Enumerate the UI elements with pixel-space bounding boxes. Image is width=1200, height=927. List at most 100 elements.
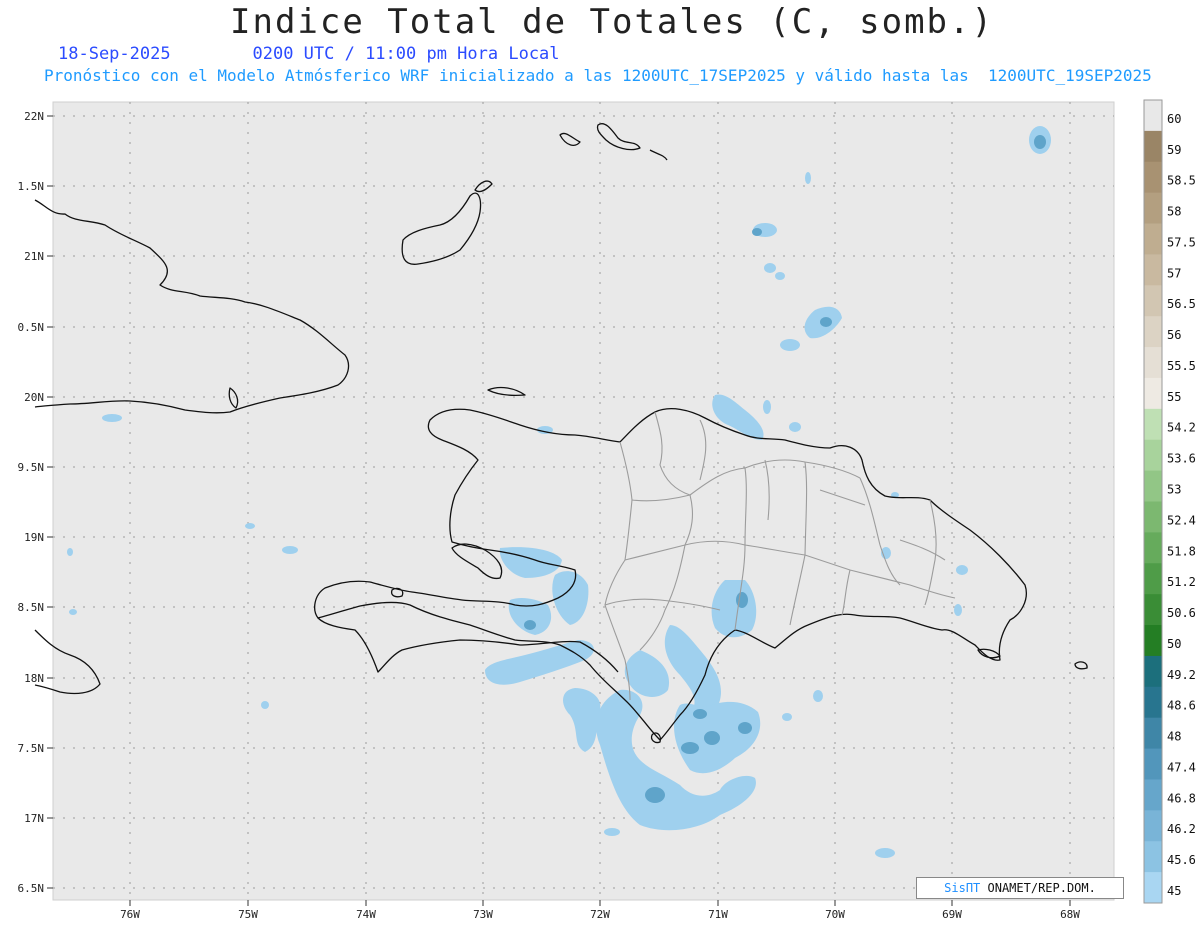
shade-core: [681, 742, 699, 754]
lat-label: 21N: [24, 250, 44, 263]
shade-area-central: [711, 580, 757, 638]
colorbar-swatch: [1144, 130, 1162, 163]
colorbar-label: 46.2: [1167, 822, 1196, 836]
colorbar-swatch: [1144, 872, 1162, 904]
shade-core: [752, 228, 762, 236]
colorbar-label: 54.2: [1167, 421, 1196, 435]
colorbar-label: 50.6: [1167, 606, 1196, 620]
colorbar-label: 58: [1167, 205, 1181, 219]
colorbar-swatch: [1144, 563, 1162, 595]
colorbar-swatch: [1144, 439, 1162, 472]
lon-label: 75W: [238, 908, 258, 921]
shade-cell: [954, 604, 962, 616]
colorbar-swatch: [1144, 100, 1162, 132]
colorbar-swatch: [1144, 594, 1162, 626]
colorbar-swatch: [1144, 810, 1162, 842]
shade-cell: [67, 548, 73, 556]
shade-cell: [875, 848, 895, 858]
lon-label: 69W: [942, 908, 962, 921]
lon-label: 74W: [356, 908, 376, 921]
shade-cell: [956, 565, 968, 575]
colorbar-swatch: [1144, 161, 1162, 194]
colorbar-label: 52.4: [1167, 513, 1196, 527]
shade-core: [524, 620, 536, 630]
shade-cell: [604, 828, 620, 836]
colorbar-swatch: [1144, 377, 1162, 410]
colorbar-swatch: [1144, 779, 1162, 811]
colorbar-label: 56.5: [1167, 297, 1196, 311]
lat-labels: 22N 1.5N 21N 0.5N 20N 9.5N 19N 8.5N 18N …: [18, 110, 45, 895]
shade-cell: [805, 172, 811, 184]
shade-core: [1034, 135, 1046, 149]
plot-area: [52, 101, 1115, 901]
colorbar-label: 55.5: [1167, 359, 1196, 373]
lon-labels: 76W 75W 74W 73W 72W 71W 70W 69W 68W: [120, 908, 1080, 921]
shade-cell: [764, 263, 776, 273]
colorbar-label: 45.6: [1167, 853, 1196, 867]
lon-label: 70W: [825, 908, 845, 921]
shade-cell: [775, 272, 785, 280]
shade-core: [704, 731, 720, 745]
lat-label: 19N: [24, 531, 44, 544]
colorbar-label: 60: [1167, 112, 1181, 126]
colorbar-label: 46.8: [1167, 791, 1196, 805]
lat-label: 7.5N: [18, 742, 45, 755]
lat-label: 8.5N: [18, 601, 45, 614]
colorbar-swatch: [1144, 285, 1162, 317]
lon-label: 72W: [590, 908, 610, 921]
shade-cell: [780, 339, 800, 351]
shade-cell: [789, 422, 801, 432]
colorbar-label: 55: [1167, 390, 1181, 404]
shade-cell: [813, 690, 823, 702]
colorbar-label: 57: [1167, 266, 1181, 280]
colorbar-label: 58.5: [1167, 174, 1196, 188]
shade-core: [820, 317, 832, 327]
shade-core: [645, 787, 665, 803]
colorbar-swatch: [1144, 347, 1162, 379]
colorbar-label: 48.6: [1167, 699, 1196, 713]
lat-label: 20N: [24, 391, 44, 404]
lon-label: 76W: [120, 908, 140, 921]
lat-label: 1.5N: [18, 180, 45, 193]
lat-label: 6.5N: [18, 882, 45, 895]
colorbar: 60 59 58.5 58 57.5 57 56.5 56 55.5 55 54.2 53.6 53 52…: [1143, 99, 1196, 904]
lat-label: 18N: [24, 672, 44, 685]
colorbar-swatch: [1144, 223, 1162, 255]
colorbar-swatch: [1144, 316, 1162, 348]
colorbar-swatch: [1144, 748, 1162, 780]
colorbar-swatch: [1144, 501, 1162, 533]
credit-brand: SisПT: [944, 881, 981, 895]
colorbar-label: 57.5: [1167, 235, 1196, 249]
colorbar-swatch: [1144, 470, 1162, 502]
lat-label: 17N: [24, 812, 44, 825]
colorbar-label: 48: [1167, 730, 1181, 744]
colorbar-label: 50: [1167, 637, 1181, 651]
lon-label: 68W: [1060, 908, 1080, 921]
colorbar-swatch: [1144, 655, 1162, 688]
colorbar-label: 51.2: [1167, 575, 1196, 589]
credit-box: SisПT ONAMET/REP.DOM.: [916, 877, 1124, 899]
colorbar-label: 53.6: [1167, 452, 1196, 466]
colorbar-swatch: [1144, 841, 1162, 873]
shade-cell: [282, 546, 298, 554]
colorbar-label: 49.2: [1167, 668, 1196, 682]
lat-label: 0.5N: [18, 321, 45, 334]
shade-cell: [69, 609, 77, 615]
shade-cell: [782, 713, 792, 721]
colorbar-swatch: [1144, 532, 1162, 564]
lat-label: 22N: [24, 110, 44, 123]
shade-core: [738, 722, 752, 734]
shade-cell: [102, 414, 122, 422]
shade-core: [693, 709, 707, 719]
colorbar-swatch: [1144, 625, 1162, 657]
colorbar-swatch: [1144, 192, 1162, 225]
colorbar-label: 51.8: [1167, 544, 1196, 558]
colorbar-label: 59: [1167, 143, 1181, 157]
colorbar-label: 45: [1167, 884, 1181, 898]
colorbar-swatch: [1144, 254, 1162, 286]
lon-label: 71W: [708, 908, 728, 921]
lat-label: 9.5N: [18, 461, 45, 474]
colorbar-label: 47.4: [1167, 760, 1196, 774]
shade-cell: [763, 400, 771, 414]
map-figure: 22N 1.5N 21N 0.5N 20N 9.5N 19N 8.5N 18N …: [18, 99, 1196, 921]
